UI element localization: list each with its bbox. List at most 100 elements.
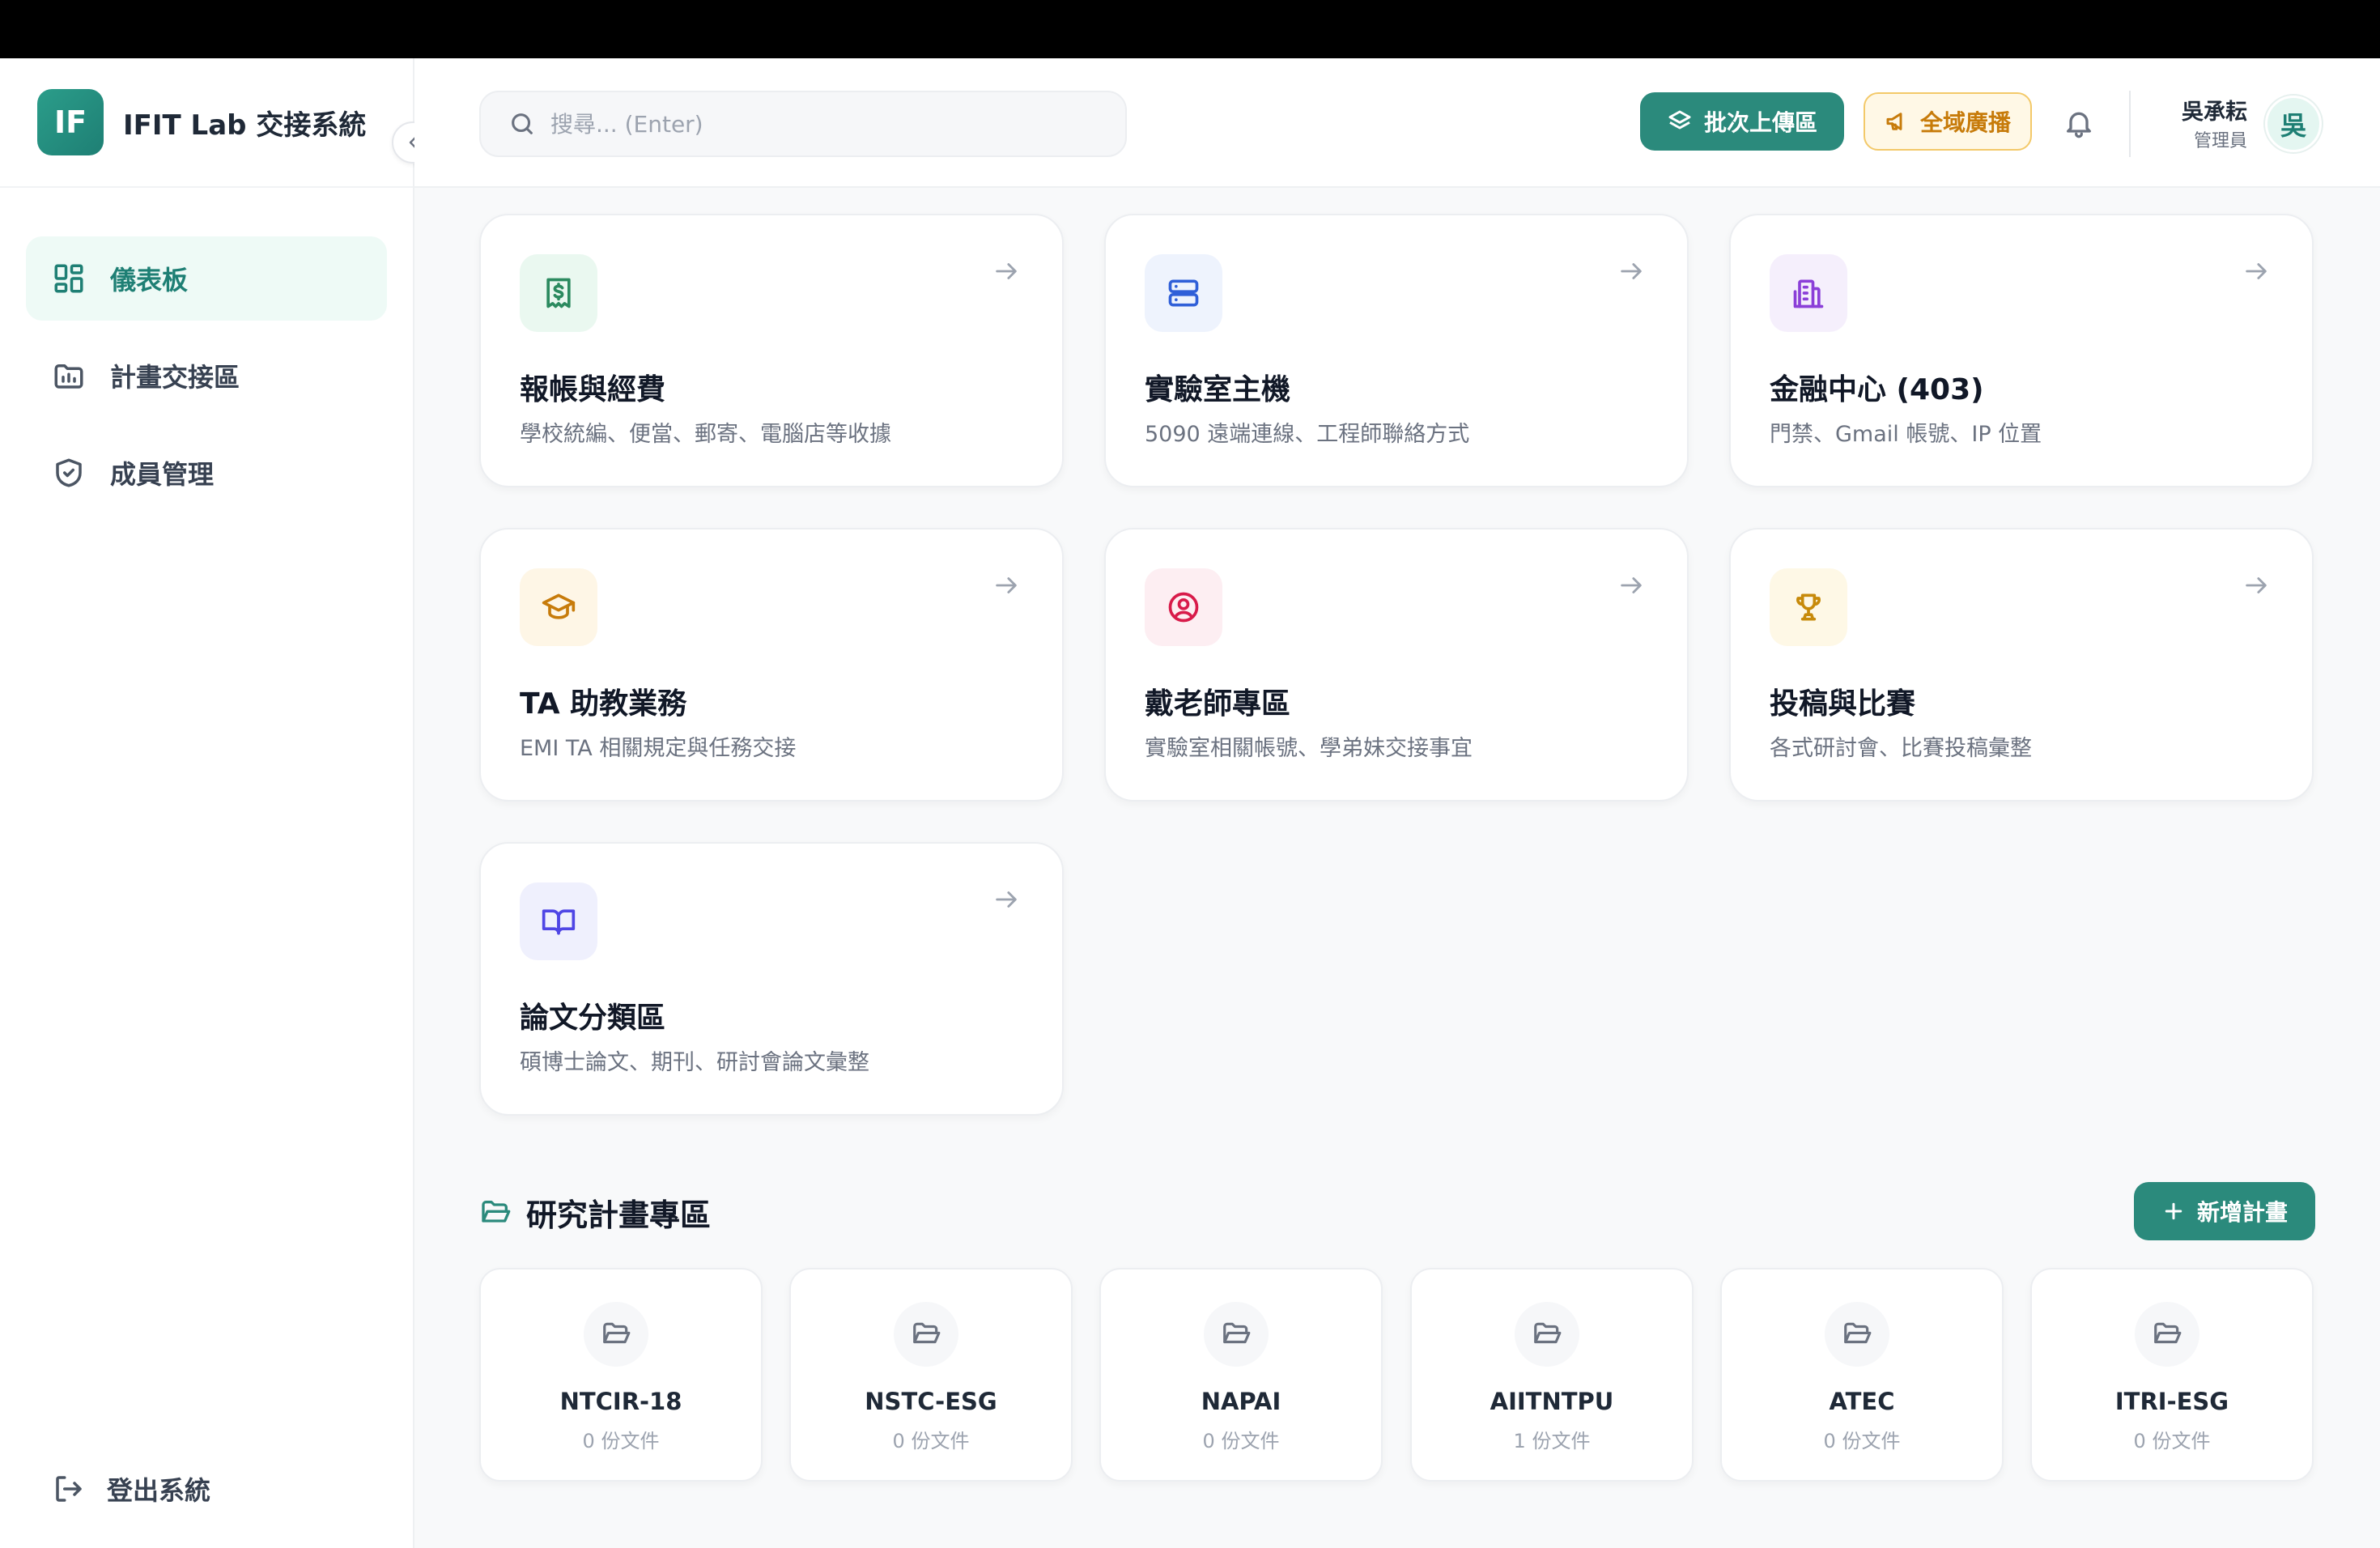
- project-card-itri-esg[interactable]: ITRI-ESG 0 份文件: [2030, 1268, 2314, 1482]
- folder-open-icon: [1844, 1322, 1872, 1344]
- folder-open-icon: [603, 1322, 631, 1344]
- header-divider: [2129, 91, 2131, 157]
- arrow-right-icon: [1621, 577, 1642, 593]
- card-title: 論文分類區: [520, 1002, 666, 1035]
- sidebar-item-members[interactable]: 成員管理: [26, 431, 387, 515]
- header: 批次上傳區 全域廣播 吳承耘 管理員 吳: [414, 58, 2380, 188]
- category-card-expense[interactable]: 報帳與經費 學校統編、便當、郵寄、電腦店等收據: [479, 214, 1064, 487]
- card-title: TA 助教業務: [520, 687, 687, 721]
- card-description: 實驗室相關帳號、學弟妹交接事宜: [1145, 736, 1473, 761]
- project-doc-count: 1 份文件: [1513, 1430, 1591, 1452]
- folder-open-icon: [482, 1200, 511, 1223]
- project-doc-count: 0 份文件: [892, 1430, 970, 1452]
- folder-open-icon: [1534, 1322, 1562, 1344]
- card-icon-box: [520, 882, 597, 960]
- arrow-right-icon: [2246, 577, 2267, 593]
- card-description: 學校統編、便當、郵寄、電腦店等收據: [520, 422, 891, 447]
- user-circle-icon: [1168, 592, 1199, 623]
- add-project-button[interactable]: 新增計畫: [2134, 1182, 2315, 1240]
- project-doc-count: 0 份文件: [1823, 1430, 1901, 1452]
- logout-icon: [56, 1476, 82, 1502]
- card-icon-box: [1770, 568, 1847, 646]
- card-icon-box: [1145, 254, 1222, 332]
- sidebar-item-project-handover[interactable]: 計畫交接區: [26, 334, 387, 418]
- project-card-napai[interactable]: NAPAI 0 份文件: [1099, 1268, 1383, 1482]
- app-title: IFIT Lab 交接系統: [123, 108, 367, 142]
- arrow-right-icon: [996, 891, 1017, 908]
- project-doc-count: 0 份文件: [582, 1430, 660, 1452]
- project-name: NTCIR-18: [559, 1388, 682, 1415]
- global-broadcast-label: 全域廣播: [1919, 109, 2011, 136]
- project-icon-circle: [2135, 1302, 2199, 1367]
- project-card-ntcir-18[interactable]: NTCIR-18 0 份文件: [479, 1268, 763, 1482]
- card-description: 5090 遠端連線、工程師聯絡方式: [1145, 422, 1470, 447]
- batch-upload-label: 批次上傳區: [1703, 109, 1817, 136]
- card-title: 實驗室主機: [1145, 373, 1291, 406]
- project-icon-circle: [894, 1302, 958, 1367]
- card-description: 各式研討會、比賽投稿彙整: [1770, 736, 2032, 761]
- user-role: 管理員: [2193, 131, 2247, 151]
- category-card-ta[interactable]: TA 助教業務 EMI TA 相關規定與任務交接: [479, 528, 1064, 802]
- card-description: 碩博士論文、期刊、研討會論文彙整: [520, 1050, 869, 1075]
- server-icon: [1168, 279, 1199, 307]
- card-icon-box: [520, 568, 597, 646]
- megaphone-icon: [1886, 113, 1902, 130]
- dashboard-icon: [54, 264, 83, 293]
- logout-button[interactable]: 登出系統: [52, 1470, 210, 1508]
- window-top-bar: [0, 0, 2380, 58]
- search-icon: [512, 113, 533, 134]
- batch-upload-button[interactable]: 批次上傳區: [1640, 92, 1844, 151]
- project-card-aiitntpu[interactable]: AIITNTPU 1 份文件: [1410, 1268, 1694, 1482]
- category-card-lab-server[interactable]: 實驗室主機 5090 遠端連線、工程師聯絡方式: [1104, 214, 1689, 487]
- sidebar-item-label: 成員管理: [110, 459, 215, 490]
- global-broadcast-button[interactable]: 全域廣播: [1864, 92, 2032, 151]
- logout-label: 登出系統: [107, 1475, 211, 1506]
- layers-icon: [1668, 110, 1691, 130]
- project-icon-circle: [584, 1302, 648, 1367]
- card-title: 投稿與比賽: [1770, 687, 1916, 721]
- bell-icon[interactable]: [2063, 107, 2095, 139]
- card-title: 戴老師專區: [1145, 687, 1291, 721]
- project-doc-count: 0 份文件: [2133, 1430, 2211, 1452]
- folder-open-icon: [1223, 1322, 1251, 1344]
- projects-section-label: 研究計畫專區: [526, 1197, 712, 1233]
- sidebar: IF IFIT Lab 交接系統 儀表板 計畫交接區 成員管理 登出系統: [0, 58, 434, 1548]
- project-name: AIITNTPU: [1490, 1388, 1614, 1415]
- project-icon-circle: [1204, 1302, 1269, 1367]
- sidebar-nav: 儀表板 計畫交接區 成員管理: [0, 188, 413, 515]
- brand-logo: IF: [37, 89, 104, 155]
- arrow-right-icon: [996, 263, 1017, 279]
- category-card-submissions[interactable]: 投稿與比賽 各式研討會、比賽投稿彙整: [1729, 528, 2314, 802]
- avatar[interactable]: 吳: [2265, 96, 2322, 152]
- category-card-professor-dai[interactable]: 戴老師專區 實驗室相關帳號、學弟妹交接事宜: [1104, 528, 1689, 802]
- project-icon-circle: [1825, 1302, 1889, 1367]
- search-box[interactable]: [479, 91, 1127, 157]
- brand: IF IFIT Lab 交接系統: [0, 58, 434, 188]
- card-title: 金融中心 (403): [1770, 373, 1984, 406]
- card-icon-box: [1145, 568, 1222, 646]
- graduation-cap-icon: [542, 593, 576, 619]
- user-name: 吳承耘: [2182, 100, 2247, 125]
- category-card-papers[interactable]: 論文分類區 碩博士論文、期刊、研討會論文彙整: [479, 842, 1064, 1116]
- trophy-icon: [1796, 593, 1821, 621]
- category-card-finance-center[interactable]: 金融中心 (403) 門禁、Gmail 帳號、IP 位置: [1729, 214, 2314, 487]
- project-name: ATEC: [1829, 1388, 1895, 1415]
- project-icon-circle: [1515, 1302, 1579, 1367]
- arrow-right-icon: [996, 577, 1017, 593]
- folder-chart-icon: [54, 364, 83, 389]
- project-card-atec[interactable]: ATEC 0 份文件: [1720, 1268, 2004, 1482]
- folder-open-icon: [2154, 1322, 2182, 1344]
- folder-open-icon: [913, 1322, 941, 1344]
- arrow-right-icon: [2246, 263, 2267, 279]
- project-card-nstc-esg[interactable]: NSTC-ESG 0 份文件: [789, 1268, 1073, 1482]
- search-input[interactable]: [550, 110, 1036, 138]
- card-description: 門禁、Gmail 帳號、IP 位置: [1770, 422, 2042, 447]
- card-title: 報帳與經費: [520, 373, 666, 406]
- card-icon-box: [1770, 254, 1847, 332]
- sidebar-item-label: 計畫交接區: [110, 362, 240, 393]
- plus-icon: [2165, 1202, 2182, 1220]
- sidebar-item-label: 儀表板: [110, 265, 189, 296]
- sidebar-item-dashboard[interactable]: 儀表板: [26, 236, 387, 321]
- project-name: ITRI-ESG: [2114, 1388, 2229, 1415]
- project-name: NAPAI: [1201, 1388, 1281, 1415]
